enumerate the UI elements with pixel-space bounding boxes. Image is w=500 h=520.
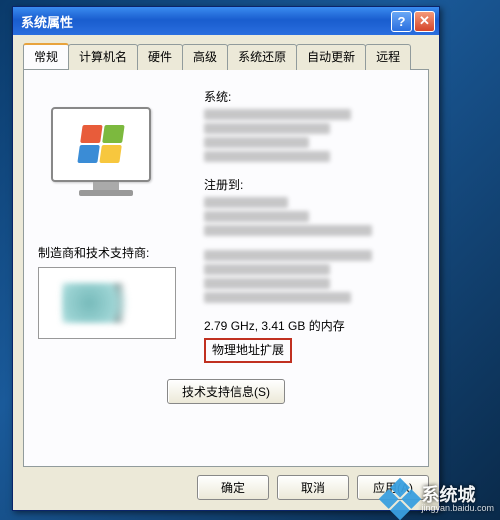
- tech-support-button[interactable]: 技术支持信息(S): [167, 379, 285, 404]
- right-column: 系统: 注册到:: [204, 88, 414, 363]
- oem-logo: [38, 267, 176, 339]
- oem-info-blurred: [204, 250, 414, 303]
- cpu-memory-specs: 2.79 GHz, 3.41 GB 的内存 物理地址扩展: [204, 317, 414, 363]
- support-button-row: 技术支持信息(S): [38, 379, 414, 404]
- watermark: 系统城 jingyan.baidu.com: [385, 484, 494, 514]
- titlebar[interactable]: 系统属性 ? ✕: [13, 7, 439, 35]
- dialog-button-row: 确定 取消 应用(A): [23, 475, 429, 500]
- spec-line: 2.79 GHz, 3.41 GB 的内存: [204, 319, 345, 333]
- watermark-text: 系统城 jingyan.baidu.com: [421, 486, 494, 513]
- tab-computer-name[interactable]: 计算机名: [68, 44, 138, 70]
- tab-hardware[interactable]: 硬件: [137, 44, 183, 70]
- tab-strip: 常规 计算机名 硬件 高级 系统还原 自动更新 远程: [23, 43, 429, 69]
- info-row: 制造商和技术支持商: 系统: 注册到:: [38, 88, 414, 363]
- ok-button[interactable]: 确定: [197, 475, 269, 500]
- system-info-blurred: [204, 109, 414, 162]
- tab-general[interactable]: 常规: [23, 43, 69, 69]
- oem-logo-blurred: [62, 283, 152, 323]
- cancel-button[interactable]: 取消: [277, 475, 349, 500]
- system-properties-window: 系统属性 ? ✕ 常规 计算机名 硬件 高级 系统还原 自动更新 远程: [12, 6, 440, 511]
- tab-panel-general: 制造商和技术支持商: 系统: 注册到:: [23, 69, 429, 467]
- system-section-label: 系统:: [204, 88, 414, 105]
- tab-advanced[interactable]: 高级: [182, 44, 228, 70]
- tab-remote[interactable]: 远程: [365, 44, 411, 70]
- windows-logo-box: [38, 94, 173, 214]
- left-column: 制造商和技术支持商:: [38, 88, 188, 363]
- window-body: 常规 计算机名 硬件 高级 系统还原 自动更新 远程: [13, 35, 439, 510]
- oem-section-label: 制造商和技术支持商:: [38, 244, 188, 261]
- close-button[interactable]: ✕: [414, 11, 435, 32]
- pae-highlight: 物理地址扩展: [204, 338, 292, 363]
- window-title: 系统属性: [21, 12, 391, 31]
- registered-section-label: 注册到:: [204, 176, 414, 193]
- windows-logo-icon: [77, 125, 124, 163]
- titlebar-buttons: ? ✕: [391, 11, 435, 32]
- tab-system-restore[interactable]: 系统还原: [227, 44, 297, 70]
- watermark-sub: jingyan.baidu.com: [421, 504, 494, 513]
- help-button[interactable]: ?: [391, 11, 412, 32]
- watermark-icon: [379, 478, 421, 520]
- watermark-main: 系统城: [421, 486, 494, 504]
- monitor-icon: [51, 107, 161, 202]
- registered-info-blurred: [204, 197, 414, 236]
- tab-auto-update[interactable]: 自动更新: [296, 44, 366, 70]
